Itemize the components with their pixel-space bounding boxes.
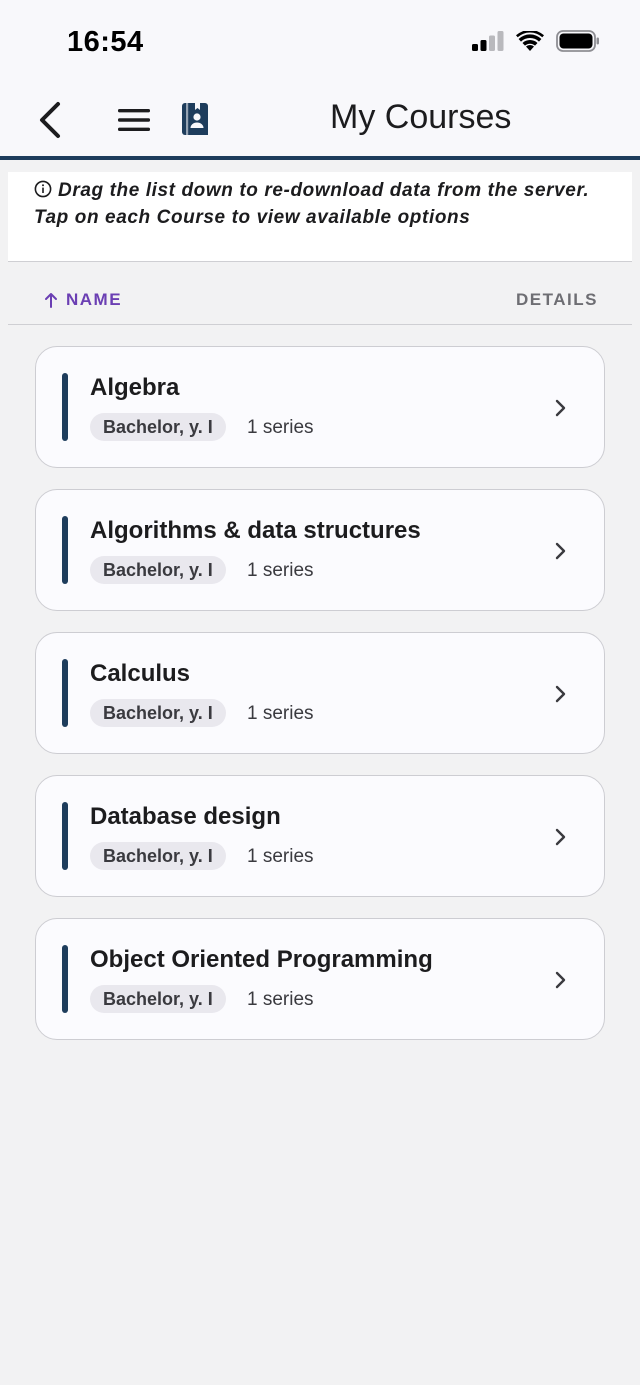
course-series-count: 1 series [247, 703, 314, 724]
course-book-icon[interactable] [181, 102, 209, 136]
battery-icon [556, 30, 599, 52]
chevron-right-icon [555, 971, 566, 989]
course-card[interactable]: Calculus Bachelor, y. I 1 series [35, 632, 605, 754]
chevron-right-icon [555, 542, 566, 560]
wifi-icon [516, 30, 544, 51]
status-icons [472, 30, 600, 52]
menu-icon[interactable] [117, 106, 151, 134]
info-text-tap: Tap on each Course to view available opt… [34, 206, 471, 228]
course-series-count: 1 series [247, 989, 314, 1010]
sort-name-label: NAME [66, 290, 123, 309]
arrow-up-icon [45, 293, 57, 308]
course-level-badge: Bachelor, y. I [90, 842, 226, 870]
course-level-badge: Bachelor, y. I [90, 985, 226, 1013]
navigation-bar: My Courses [0, 84, 640, 160]
course-title: Algebra [90, 374, 180, 401]
course-level-badge: Bachelor, y. I [90, 699, 226, 727]
course-title: Database design [90, 803, 281, 830]
course-card[interactable]: Object Oriented Programming Bachelor, y.… [35, 918, 605, 1040]
info-text-refresh: Drag the list down to re-download data f… [58, 180, 590, 201]
course-level-badge: Bachelor, y. I [90, 413, 226, 441]
course-title: Object Oriented Programming [90, 946, 433, 973]
chevron-right-icon [555, 399, 566, 417]
course-series-count: 1 series [247, 417, 314, 438]
chevron-right-icon [555, 685, 566, 703]
course-title: Calculus [90, 660, 191, 687]
course-card[interactable]: Algebra Bachelor, y. I 1 series [35, 346, 605, 468]
sort-header: NAME DETAILS [8, 278, 632, 325]
sort-by-name-button[interactable]: NAME [44, 290, 122, 310]
status-time: 16:54 [67, 26, 144, 58]
course-card[interactable]: Database design Bachelor, y. I 1 series [35, 775, 605, 897]
course-series-count: 1 series [247, 560, 314, 581]
page-title: My Courses [330, 98, 512, 136]
course-title: Algorithms & data structures [90, 517, 421, 544]
chevron-right-icon [555, 828, 566, 846]
info-icon [34, 180, 52, 198]
card-accent-bar [62, 802, 68, 870]
back-icon[interactable] [36, 100, 66, 140]
info-message: Drag the list down to re-download data f… [8, 172, 632, 262]
sort-details-button[interactable]: DETAILS [516, 290, 598, 310]
card-accent-bar [62, 945, 68, 1013]
card-accent-bar [62, 516, 68, 584]
course-series-count: 1 series [247, 846, 314, 867]
card-accent-bar [62, 373, 68, 441]
card-accent-bar [62, 659, 68, 727]
status-bar: 16:54 [0, 0, 640, 84]
course-card[interactable]: Algorithms & data structures Bachelor, y… [35, 489, 605, 611]
course-level-badge: Bachelor, y. I [90, 556, 226, 584]
signal-icon [472, 31, 504, 51]
